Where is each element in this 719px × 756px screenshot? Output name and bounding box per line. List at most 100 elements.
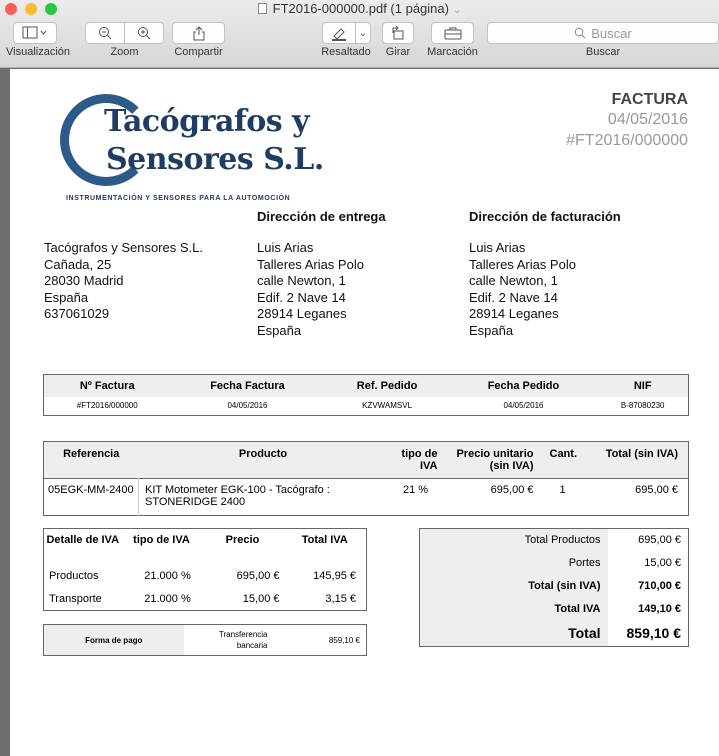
delivery-heading: Dirección de entrega [257,209,386,224]
search-placeholder: Buscar [591,25,632,41]
payment-method: Transferencia bancaria [184,625,276,656]
billing-company: Talleres Arias Polo [469,256,576,272]
table-cell: Transporte [49,592,102,605]
rotate-button[interactable] [382,22,414,44]
search-field[interactable]: Buscar [487,22,719,44]
window-toolbar: FT2016-000000.pdf (1 página) ⌄ Visualizac… [0,0,719,68]
delivery-building: Edif. 2 Nave 14 [257,289,346,305]
table-cell: 3,15 € [325,592,356,605]
delivery-company: Talleres Arias Polo [257,256,364,272]
payment-amount: 859,10 € [328,635,360,645]
total-products-label: Total Productos [419,528,608,552]
invoice-title: FACTURA [611,91,688,108]
zoom-in-button[interactable] [124,22,164,44]
table-row: Total 859,10 € [419,620,689,647]
table-cell: 21.000 % [144,592,191,605]
chevron-down-icon: ⌄ [358,27,368,39]
table-row: Productos 21.000 % 695,00 € 145,95 € [44,565,367,588]
table-row: Forma de pago Transferencia bancaria 859… [43,624,367,656]
table-header: Referencia [43,441,139,479]
window-title-text: FT2016-000000.pdf (1 página) [272,1,449,16]
subtotal-label: Total (sin IVA) [419,574,608,598]
items-table: Referencia Producto tipo de IVA Precio u… [43,441,689,516]
toolbox-icon [444,27,461,40]
table-cell: 1 [559,484,566,496]
zoom-out-icon [99,27,112,40]
table-cell: #FT2016/000000 [76,401,138,411]
table-row: #FT2016/000000 04/05/2016 KZVWAMSVL 04/0… [44,397,689,416]
share-icon [193,25,204,40]
table-cell: 695,00 € [635,484,678,496]
highlight-button[interactable] [322,22,356,44]
delivery-street: calle Newton, 1 [257,273,346,289]
table-header: Precio unitario (sin IVA) [443,441,540,479]
invoice-date: 04/05/2016 [607,111,688,128]
table-header: Cant. [539,441,592,479]
share-button[interactable] [172,22,225,44]
highlighter-icon [332,27,346,41]
tax-detail-table: Detalle de IVA tipo de IVA Precio Total … [43,528,367,611]
rotate-label: Girar [385,46,411,58]
chevron-down-icon[interactable]: ⌄ [453,5,461,16]
table-cell: 695,00 € [236,570,280,582]
table-header: Fecha Factura [170,374,325,397]
logo-line1: Tacógrafos y [104,104,310,139]
table-cell: 04/05/2016 [227,401,268,411]
billing-street: calle Newton, 1 [469,273,558,289]
company-street: Cañada, 25 [44,256,112,272]
delivery-address: Luis Arias Talleres Arias Polo calle New… [257,240,364,340]
zoom-label: Zoom [110,46,139,58]
table-row: Total IVA 149,10 € [419,597,689,621]
view-button[interactable] [13,22,57,44]
pdf-file-icon [257,3,267,14]
markup-button[interactable] [431,22,474,44]
invoice-info-table: Nº Factura Fecha Factura Ref. Pedido Fec… [43,374,689,416]
company-city: 28030 Madrid [44,273,124,289]
table-cell: KZVWAMSVL [362,401,413,411]
rotate-icon [392,25,404,40]
shipping-label: Portes [419,551,608,575]
grand-total-label: Total [419,620,608,647]
zoom-in-icon [138,27,151,40]
highlight-menu-button[interactable]: ⌄ [355,22,371,44]
table-cell: 145,95 € [313,570,356,582]
logo-tagline: INSTRUMENTACIÓN Y SENSORES PARA LA AUTOM… [66,195,291,202]
sidebar-icon [22,26,47,39]
highlight-label: Resaltado [321,46,371,58]
table-cell: 21 % [402,484,429,496]
totals-table: Total Productos 695,00 € Portes 15,00 € … [419,528,689,647]
markup-label: Marcación [427,46,478,58]
delivery-city: 28914 Leganes [257,306,347,322]
table-cell: 695,00 € [490,484,534,496]
table-cell: Productos [49,570,99,582]
company-name: Tacógrafos y Sensores S.L. [44,240,203,255]
table-header: Precio [225,534,260,546]
window-title: FT2016-000000.pdf (1 página) ⌄ [0,0,719,20]
shipping-value: 15,00 € [644,557,681,569]
company-country: España [44,289,89,305]
billing-address: Luis Arias Talleres Arias Polo calle New… [469,240,576,340]
total-iva-label: Total IVA [419,597,608,621]
company-address: Tacógrafos y Sensores S.L. Cañada, 25 28… [44,240,203,323]
subtotal-value: 710,00 € [638,580,681,592]
table-header: Producto [138,441,388,479]
table-header: Fecha Pedido [449,374,598,397]
payment-label: Forma de pago [43,624,184,656]
table-header: Nº Factura [43,374,171,397]
billing-city: 28914 Leganes [469,306,559,322]
total-products-value: 695,00 € [638,534,681,547]
zoom-out-button[interactable] [85,22,125,44]
grand-total-value: 859,10 € [626,625,682,642]
table-header-row: Nº Factura Fecha Factura Ref. Pedido Fec… [43,374,689,397]
table-cell: 04/05/2016 [503,401,544,411]
table-header: Total (sin IVA) [591,441,689,479]
billing-country: España [469,322,514,338]
billing-building: Edif. 2 Nave 14 [469,289,558,305]
total-iva-value: 149,10 € [638,603,681,615]
table-cell: B-87080230 [620,401,665,411]
search-label: Buscar [585,46,621,58]
invoice-number: #FT2016/000000 [566,132,688,149]
table-header: Detalle de IVA [46,534,120,546]
search-icon [574,27,586,39]
table-cell: 05EGK-MM-2400 [43,478,139,516]
